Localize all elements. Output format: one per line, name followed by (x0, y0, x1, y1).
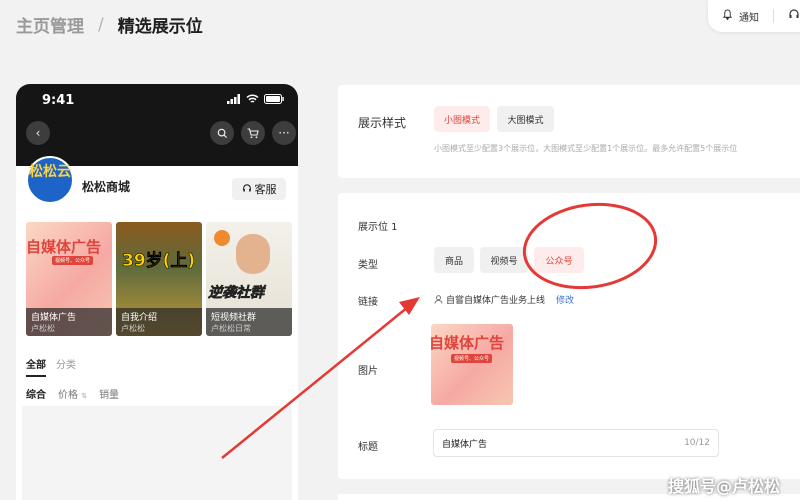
annotation-arrow-line (221, 306, 409, 459)
annotation-overlay (221, 202, 658, 459)
annotation-circle (522, 202, 658, 290)
watermark: 搜狐号@卢松松 (668, 477, 781, 496)
